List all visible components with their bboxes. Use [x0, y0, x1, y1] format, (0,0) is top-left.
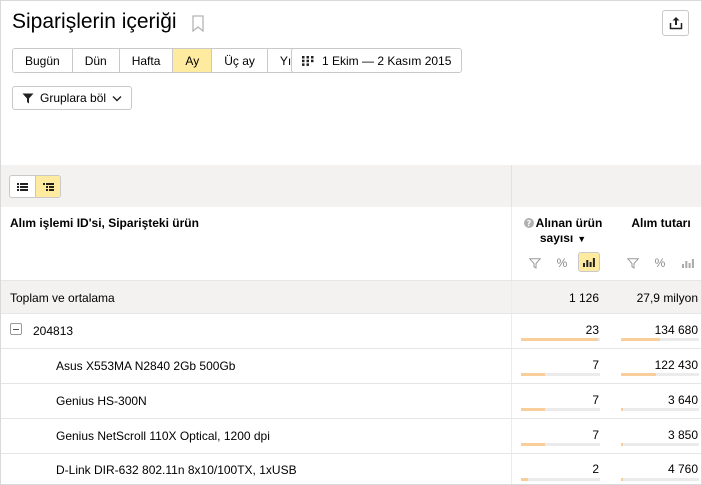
purchased-items-bar: [521, 443, 545, 446]
toolbar-divider: [511, 165, 512, 207]
row-label: Genius NetScroll 110X Optical, 1200 dpi: [56, 429, 270, 443]
calendar-grid-icon: [302, 55, 314, 66]
collapse-icon[interactable]: [10, 323, 22, 335]
filter-outline-icon: [627, 257, 639, 269]
help-icon: ?: [523, 218, 534, 228]
percent-icon: %: [654, 256, 666, 270]
report-frame: Siparişlerin içeriği Bugün Dün Hafta Ay …: [0, 0, 702, 485]
column-divider: [511, 281, 512, 313]
column-divider: [511, 384, 512, 418]
row-purchased-items: 2: [592, 462, 599, 476]
row-label: D-Link DIR-632 802.11n 8x10/100TX, 1xUSB: [56, 463, 297, 477]
tree-list-icon: [42, 182, 54, 191]
purchased-items-bar: [521, 408, 545, 411]
column-divider: [511, 419, 512, 453]
revenue-bar-track: [621, 338, 699, 341]
date-range-button[interactable]: 1 Ekim — 2 Kasım 2015: [291, 48, 463, 73]
metric-purchased-items-header[interactable]: ? Alınan ürün sayısı ▼: [519, 216, 607, 247]
totals-purchased-items: 1 126: [568, 291, 599, 305]
purchased-items-bar: [521, 478, 529, 481]
metric2-filter-button[interactable]: [625, 255, 641, 271]
metric2-bars-button[interactable]: [680, 255, 696, 271]
percent-icon: %: [556, 256, 568, 270]
table-row[interactable]: Asus X553MA N2840 2Gb 500Gb 7 122 430: [1, 348, 701, 383]
bookmark-icon[interactable]: [191, 15, 205, 33]
row-revenue: 4 760: [667, 462, 698, 476]
revenue-bar: [621, 478, 624, 481]
date-range-label: 1 Ekim — 2 Kasım 2015: [322, 53, 452, 68]
row-purchased-items: 7: [592, 393, 599, 407]
row-label: Genius HS-300N: [56, 394, 147, 408]
revenue-bar: [621, 443, 623, 446]
chevron-down-icon: [112, 95, 122, 101]
tree-view-button[interactable]: [35, 176, 60, 197]
table-row[interactable]: D-Link DIR-632 802.11n 8x10/100TX, 1xUSB…: [1, 453, 701, 484]
purchased-items-bar-track: [521, 373, 600, 376]
table-toolbar: [1, 165, 701, 207]
svg-text:?: ?: [526, 219, 531, 228]
bar-chart-icon: [583, 258, 595, 267]
metric2-percent-button[interactable]: %: [652, 255, 668, 271]
metric1-bars-button[interactable]: [578, 252, 600, 272]
purchased-items-bar: [521, 338, 599, 341]
metric-purchased-items-label: Alınan ürün sayısı: [535, 216, 603, 245]
filter-outline-icon: [529, 257, 541, 269]
row-label: 204813: [33, 324, 74, 338]
period-week-button[interactable]: Hafta: [119, 49, 174, 72]
metric1-filter-button[interactable]: [527, 255, 543, 271]
row-revenue: 122 430: [654, 358, 698, 372]
metric-revenue-header[interactable]: Alım tutarı: [621, 216, 701, 230]
revenue-bar-track: [621, 408, 699, 411]
dimension-column-header[interactable]: Alım işlemi ID'si, Siparişteki ürün: [10, 216, 199, 230]
list-icon: [17, 182, 28, 191]
purchased-items-bar: [521, 373, 545, 376]
row-revenue: 3 850: [667, 428, 698, 442]
revenue-bar: [621, 408, 623, 411]
purchased-items-bar-track: [521, 478, 600, 481]
period-yesterday-button[interactable]: Dün: [72, 49, 120, 72]
export-icon: [669, 17, 682, 30]
revenue-bar-track: [621, 478, 699, 481]
purchased-items-bar-track: [521, 443, 600, 446]
filter-icon: [22, 93, 34, 103]
header-divider: [511, 207, 512, 280]
totals-row: Toplam ve ortalama 1 126 27,9 milyon: [1, 280, 701, 313]
period-month-button[interactable]: Ay: [173, 49, 213, 72]
revenue-bar: [621, 373, 657, 376]
column-divider: [511, 314, 512, 348]
row-purchased-items: 7: [592, 358, 599, 372]
row-label: Asus X553MA N2840 2Gb 500Gb: [56, 359, 236, 373]
row-revenue: 3 640: [667, 393, 698, 407]
row-revenue: 134 680: [654, 323, 698, 337]
table-row-group[interactable]: 204813 23 134 680: [1, 313, 701, 348]
view-mode-toggle: [9, 175, 61, 198]
export-button[interactable]: [662, 10, 689, 36]
row-purchased-items: 7: [592, 428, 599, 442]
table-row[interactable]: Genius NetScroll 110X Optical, 1200 dpi …: [1, 418, 701, 453]
page-title: Siparişlerin içeriği: [12, 10, 177, 33]
totals-revenue: 27,9 milyon: [636, 291, 698, 305]
split-groups-button[interactable]: Gruplara böl: [12, 86, 133, 110]
column-divider: [511, 454, 512, 484]
purchased-items-bar-track: [521, 338, 600, 341]
revenue-bar-track: [621, 373, 699, 376]
sort-desc-icon: ▼: [577, 234, 587, 244]
flat-list-view-button[interactable]: [10, 176, 35, 197]
metric1-percent-button[interactable]: %: [554, 255, 570, 271]
period-today-button[interactable]: Bugün: [13, 49, 73, 72]
period-selector: Bugün Dün Hafta Ay Üç ay Yıl: [12, 48, 307, 73]
revenue-bar: [621, 338, 660, 341]
column-divider: [511, 349, 512, 383]
period-quarter-button[interactable]: Üç ay: [212, 49, 268, 72]
row-purchased-items: 23: [585, 323, 599, 337]
table-row[interactable]: Genius HS-300N 7 3 640: [1, 383, 701, 418]
bar-chart-icon: [682, 259, 694, 268]
revenue-bar-track: [621, 443, 699, 446]
split-groups-label: Gruplara böl: [40, 91, 107, 105]
totals-label: Toplam ve ortalama: [10, 291, 115, 305]
purchased-items-bar-track: [521, 408, 600, 411]
